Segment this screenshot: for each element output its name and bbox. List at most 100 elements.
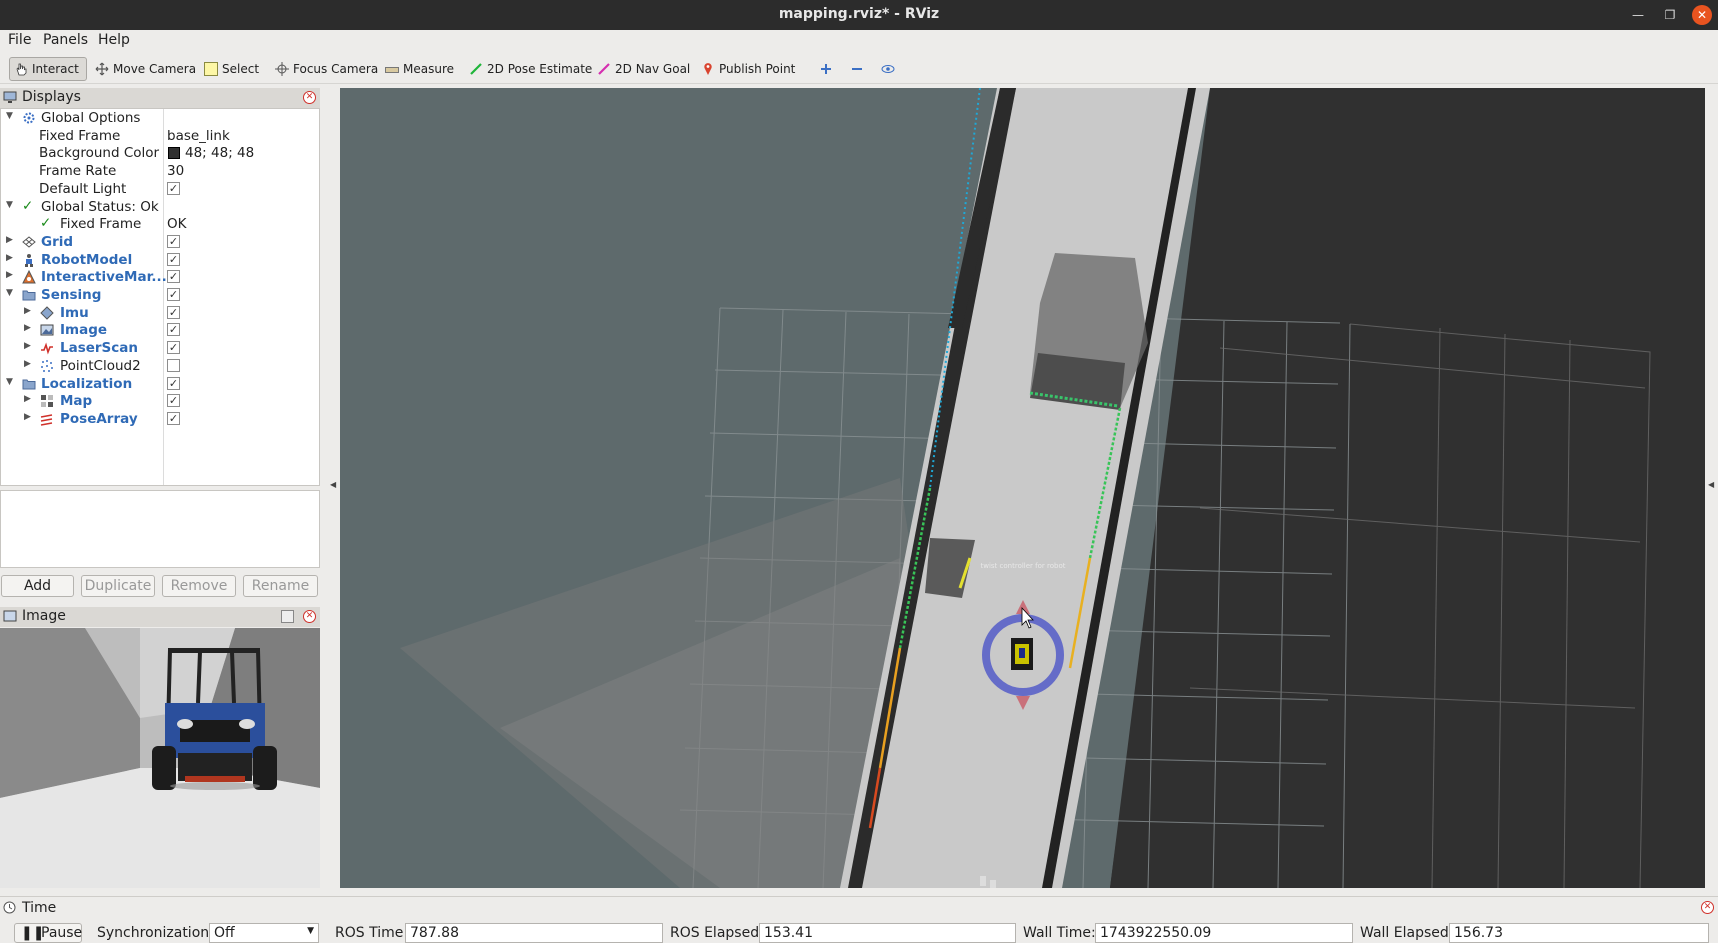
remove-button[interactable]: Remove (162, 575, 236, 597)
imu-checkbox[interactable]: ✓ (167, 305, 180, 319)
collapse-left-icon[interactable]: ◀ (330, 480, 336, 489)
tree-row-robot-model[interactable]: ▶ RobotModel ✓ (1, 251, 319, 269)
collapse-arrow-icon[interactable]: ▶ (6, 270, 13, 280)
select-tool[interactable]: Select (200, 57, 263, 81)
ros-elapsed-field[interactable]: 153.41 (759, 923, 1016, 943)
menu-help[interactable]: Help (98, 32, 130, 48)
monitor-icon (3, 91, 17, 103)
eye-icon (881, 65, 895, 73)
tree-row-map[interactable]: ▶ Map ✓ (1, 392, 319, 410)
float-panel-icon[interactable] (281, 610, 294, 623)
tree-row-interactive-markers[interactable]: ▶ InteractiveMar... ✓ (1, 268, 319, 286)
collapse-arrow-icon[interactable]: ▶ (6, 235, 13, 245)
move-camera-tool[interactable]: Move Camera (91, 57, 200, 81)
expand-arrow-icon[interactable]: ▼ (6, 377, 13, 387)
sensing-label: Sensing (41, 287, 102, 303)
tree-row-default-light[interactable]: Default Light ✓ (1, 180, 319, 198)
tree-row-localization[interactable]: ▼ Localization ✓ (1, 375, 319, 393)
left-splitter[interactable]: ◀ (322, 88, 338, 888)
tree-row-image[interactable]: ▶ Image ✓ (1, 321, 319, 339)
pose-array-checkbox[interactable]: ✓ (167, 411, 180, 425)
tree-row-background-color[interactable]: Background Color 48; 48; 48 (1, 144, 319, 162)
minimize-icon[interactable]: — (1628, 5, 1648, 25)
localization-label: Localization (41, 375, 133, 392)
tree-row-status-fixed-frame[interactable]: ✓ Fixed Frame OK (1, 215, 319, 233)
nav-goal-tool[interactable]: 2D Nav Goal (593, 57, 694, 81)
tree-row-frame-rate[interactable]: Frame Rate 30 (1, 162, 319, 180)
tree-row-laser-scan[interactable]: ▶ LaserScan ✓ (1, 339, 319, 357)
tree-row-grid[interactable]: ▶ Grid ✓ (1, 233, 319, 251)
expand-arrow-icon[interactable]: ▼ (6, 288, 13, 298)
remove-tool-button[interactable] (846, 57, 868, 81)
menu-file[interactable]: File (8, 32, 31, 48)
pose-estimate-label: 2D Pose Estimate (487, 62, 593, 76)
sync-select[interactable]: Off ▼ (209, 923, 319, 943)
default-light-checkbox[interactable]: ✓ (167, 181, 180, 195)
robot-model-checkbox[interactable]: ✓ (167, 252, 180, 266)
fixed-frame-value[interactable]: base_link (167, 128, 230, 144)
point-cloud-label: PointCloud2 (60, 357, 141, 374)
duplicate-button[interactable]: Duplicate (81, 575, 155, 597)
default-light-label: Default Light (39, 180, 127, 197)
interactive-markers-label: InteractiveMar... (41, 269, 167, 286)
color-swatch[interactable] (168, 147, 180, 160)
tool-properties-button[interactable] (877, 57, 899, 81)
restore-icon[interactable]: ❐ (1660, 5, 1680, 25)
rename-button[interactable]: Rename (243, 575, 318, 597)
pose-array-label: PoseArray (60, 410, 138, 427)
tree-row-fixed-frame[interactable]: Fixed Frame base_link (1, 127, 319, 145)
tree-row-sensing[interactable]: ▼ Sensing ✓ (1, 286, 319, 304)
tree-row-imu[interactable]: ▶ Imu ✓ (1, 304, 319, 322)
menu-panels[interactable]: Panels (43, 32, 88, 48)
localization-checkbox[interactable]: ✓ (167, 376, 180, 390)
frame-rate-value[interactable]: 30 (167, 163, 184, 179)
close-time-panel-icon[interactable]: ✕ (1701, 901, 1714, 914)
wall-time-field[interactable]: 1743922550.09 (1095, 923, 1353, 943)
expand-arrow-icon[interactable]: ▼ (6, 200, 13, 210)
measure-tool[interactable]: Measure (381, 57, 458, 81)
select-label: Select (222, 62, 260, 76)
wall-elapsed-field[interactable]: 156.73 (1449, 923, 1709, 943)
sensing-checkbox[interactable]: ✓ (167, 288, 180, 301)
publish-point-tool[interactable]: Publish Point (697, 57, 799, 81)
add-button[interactable]: Add (1, 575, 74, 597)
collapse-right-icon[interactable]: ◀ (1708, 480, 1714, 489)
laser-scan-checkbox[interactable]: ✓ (167, 341, 180, 355)
sync-label: Synchronization: (97, 925, 214, 941)
collapse-arrow-icon[interactable]: ▶ (24, 359, 31, 369)
collapse-arrow-icon[interactable]: ▶ (24, 394, 31, 404)
chevron-down-icon: ▼ (307, 926, 314, 936)
displays-tree: ▼ Global Options Fixed Frame base_link B… (0, 108, 320, 486)
collapse-arrow-icon[interactable]: ▶ (6, 253, 13, 263)
focus-camera-tool[interactable]: Focus Camera (271, 57, 382, 81)
collapse-arrow-icon[interactable]: ▶ (24, 323, 31, 333)
pause-button[interactable]: ❚❚ Pause (14, 923, 82, 943)
tree-row-pose-array[interactable]: ▶ PoseArray ✓ (1, 410, 319, 428)
expand-arrow-icon[interactable]: ▼ (6, 111, 13, 121)
close-image-panel-icon[interactable]: ✕ (303, 610, 316, 623)
map-checkbox[interactable]: ✓ (167, 394, 180, 408)
close-window-icon[interactable]: ✕ (1692, 5, 1712, 25)
image-panel-header: Image ✕ (0, 607, 320, 627)
grid-checkbox[interactable]: ✓ (167, 234, 180, 248)
tree-row-point-cloud[interactable]: ▶ PointCloud2 (1, 357, 319, 375)
close-displays-icon[interactable]: ✕ (303, 91, 316, 104)
collapse-arrow-icon[interactable]: ▶ (24, 341, 31, 351)
interact-label: Interact (32, 62, 79, 76)
add-tool-button[interactable] (815, 57, 837, 81)
pose-estimate-tool[interactable]: 2D Pose Estimate (465, 57, 596, 81)
tree-row-global-status[interactable]: ▼ ✓ Global Status: Ok (1, 198, 319, 216)
interactive-marker-icon (22, 270, 36, 284)
tree-row-global-options[interactable]: ▼ Global Options (1, 109, 319, 127)
background-color-value[interactable]: 48; 48; 48 (185, 145, 254, 161)
interactive-markers-checkbox[interactable]: ✓ (167, 270, 180, 284)
3d-render-view[interactable]: twist controller for robot (340, 88, 1705, 888)
collapse-arrow-icon[interactable]: ▶ (24, 412, 31, 422)
point-cloud-checkbox[interactable] (167, 358, 180, 372)
magenta-arrow-icon (598, 63, 610, 75)
ruler-icon (385, 67, 399, 73)
ros-time-field[interactable]: 787.88 (405, 923, 663, 943)
interact-tool[interactable]: Interact (9, 57, 87, 81)
collapse-arrow-icon[interactable]: ▶ (24, 306, 31, 316)
image-checkbox[interactable]: ✓ (167, 323, 180, 337)
